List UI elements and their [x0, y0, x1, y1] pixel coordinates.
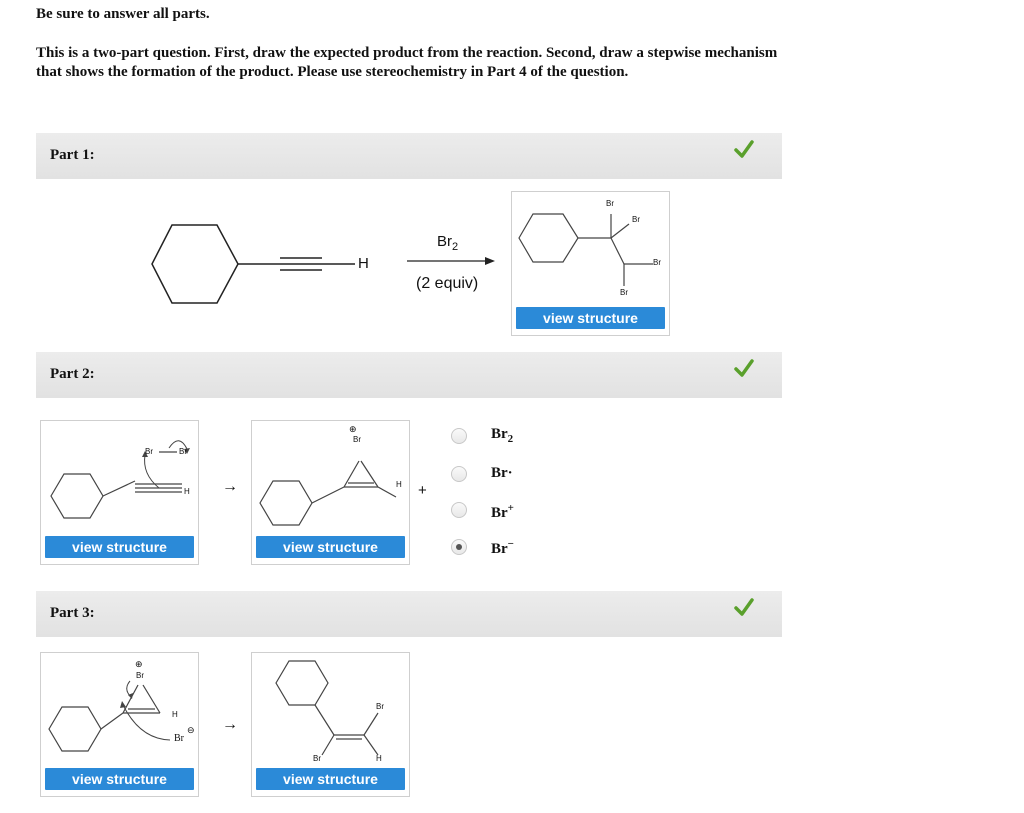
part-3-label: Part 3: [50, 605, 95, 621]
reaction-conditions: (2 equiv) [416, 275, 479, 292]
product-br-3: Br [653, 258, 661, 267]
view-structure-button[interactable]: view structure [256, 768, 405, 790]
part-1-label: Part 1: [50, 147, 95, 163]
part-3-box-1[interactable]: ⊕ Br H Br ⊖ view structure [40, 652, 199, 797]
option-subscript: 2 [507, 433, 514, 445]
reaction-arrow [407, 257, 495, 265]
part-2-label: Part 2: [50, 366, 95, 382]
h-atom: H [172, 710, 178, 719]
option-radio-br-anion[interactable] [451, 539, 467, 555]
part-1-header: Part 1: [36, 133, 782, 179]
bromonium-br: Br [353, 435, 361, 444]
view-structure-button[interactable]: view structure [256, 536, 405, 558]
product-br-2: Br [632, 215, 640, 224]
option-radio-br2[interactable] [451, 428, 467, 444]
reagent-label: Br2 [437, 233, 458, 253]
h-atom: H [376, 754, 382, 763]
reagent-subscript: 2 [452, 241, 459, 253]
plus-sign: + [418, 482, 427, 499]
option-radio-br-cation[interactable] [451, 502, 467, 518]
check-icon [734, 598, 754, 616]
br-atom-a: Br [145, 447, 153, 456]
part-3-box-2[interactable]: Br Br H view structure [251, 652, 410, 797]
option-label-br-radical: Br· [491, 465, 513, 481]
vinyl-br-right: Br [376, 702, 384, 711]
option-radio-br-radical[interactable] [451, 466, 467, 482]
vinyl-br-left: Br [313, 754, 321, 763]
product-structure [518, 213, 653, 286]
bromide-br: Br [174, 733, 184, 744]
mechanism-step-1-structure [50, 440, 190, 519]
check-icon [734, 359, 754, 377]
option-text: Br [491, 426, 508, 442]
view-structure-button[interactable]: view structure [516, 307, 665, 329]
h-atom: H [396, 480, 402, 489]
bromonium-structure [259, 460, 397, 526]
step-arrow: → [222, 716, 238, 733]
option-text: Br [491, 541, 508, 557]
h-atom: H [184, 487, 190, 496]
step-arrow: → [222, 478, 238, 495]
part-2-box-2[interactable]: ⊕ Br H view structure [251, 420, 410, 565]
option-label-br2: Br2 [491, 426, 513, 445]
product-br-4: Br [620, 288, 628, 297]
instruction-line-1: Be sure to answer all parts. [36, 6, 210, 22]
selected-dot [456, 544, 462, 550]
view-structure-button[interactable]: view structure [45, 536, 194, 558]
positive-charge: ⊕ [135, 659, 143, 669]
vinyl-bromide-structure [275, 660, 379, 756]
view-structure-button[interactable]: view structure [45, 768, 194, 790]
part-3-header: Part 3: [36, 591, 782, 637]
part-2-box-1[interactable]: Br Br H view structure [40, 420, 199, 565]
option-label-br-cation: Br+ [491, 502, 514, 522]
negative-charge: ⊖ [187, 725, 195, 735]
part-1-product-box[interactable]: Br Br Br Br view structure [511, 191, 670, 336]
option-label-br-anion: Br− [491, 538, 514, 558]
instruction-paragraph: This is a two-part question. First, draw… [36, 45, 778, 80]
option-text: Br [491, 505, 508, 521]
part-2-header: Part 2: [36, 352, 782, 398]
option-superscript: + [507, 502, 514, 514]
bromonium-br: Br [136, 671, 144, 680]
br-atom-b: Br [179, 447, 187, 456]
alkyne-h-label: H [358, 255, 369, 272]
reagent-br: Br [437, 233, 452, 250]
check-icon [734, 140, 754, 158]
product-br-1: Br [606, 199, 614, 208]
option-superscript: − [507, 538, 514, 550]
positive-charge: ⊕ [349, 424, 357, 434]
